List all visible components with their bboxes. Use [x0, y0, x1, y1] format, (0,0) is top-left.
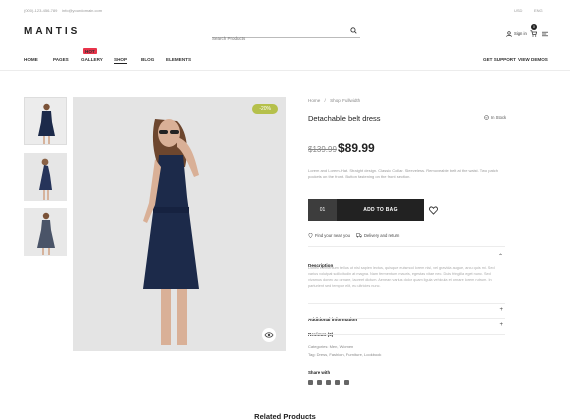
site-logo[interactable]: MANTIS: [24, 26, 80, 37]
product-main-image[interactable]: -20%: [73, 97, 286, 351]
linkedin-icon[interactable]: [344, 380, 349, 385]
nav-item-shop[interactable]: SHOP: [114, 57, 128, 64]
check-circle-icon: [484, 115, 489, 120]
breadcrumb: Home / Shop Fullwidth: [308, 98, 360, 103]
description-body: Donec elementum tellus ut nisl sapien le…: [308, 266, 495, 288]
dress-side-image: [24, 208, 67, 256]
language-select[interactable]: ENG: [534, 8, 543, 13]
nav-item-blog[interactable]: BLOG: [141, 57, 154, 62]
product-title: Detachable belt dress: [308, 114, 381, 123]
sign-in-link[interactable]: Sign in: [514, 31, 527, 36]
quick-view-button[interactable]: [262, 328, 276, 342]
current-price: $89.99: [338, 141, 375, 155]
phone-text: (000)-123-456-789: [24, 8, 58, 13]
header-divider: [0, 70, 570, 71]
heart-icon[interactable]: [429, 206, 438, 215]
thumbnail-3[interactable]: [24, 208, 67, 256]
location-pin-icon: [308, 233, 313, 238]
divider: [308, 318, 505, 319]
breadcrumb-home[interactable]: Home: [308, 98, 320, 103]
thumbnail-1[interactable]: [24, 97, 67, 145]
search-bar[interactable]: [212, 27, 360, 43]
nav-view-demos[interactable]: VIEW DEMOS: [518, 57, 548, 62]
stock-status: In Stock: [491, 115, 507, 120]
currency-select[interactable]: USD: [514, 8, 522, 13]
short-description: Lorem and Lorem-Hat. Straight design. Cl…: [308, 168, 499, 180]
plus-icon: +: [499, 307, 503, 313]
nav-get-support[interactable]: GET SUPPORT: [483, 57, 516, 62]
nav-item-pages[interactable]: PAGES: [53, 57, 69, 62]
add-to-bag-button[interactable]: ADD TO BAG: [337, 199, 424, 221]
facebook-icon[interactable]: [308, 380, 313, 385]
pinterest-icon[interactable]: [335, 380, 340, 385]
old-price: $139.99: [308, 145, 337, 154]
top-bar: (000)-123-456-789 info@yourdomain.com US…: [0, 0, 570, 18]
cart-icon[interactable]: [530, 30, 537, 37]
quantity-stepper[interactable]: 01: [308, 199, 337, 221]
thumbnail-2[interactable]: [24, 153, 67, 201]
chevron-up-icon: ⌃: [497, 254, 503, 260]
nav-item-gallery[interactable]: GALLERY: [81, 57, 103, 62]
find-store-link[interactable]: Find your near you: [315, 233, 350, 238]
email-text: info@yourdomain.com: [62, 8, 103, 13]
user-icon[interactable]: [506, 31, 512, 37]
eye-icon: [264, 332, 274, 338]
breadcrumb-separator: /: [324, 98, 326, 103]
nav-item-elements[interactable]: ELEMENTS: [166, 57, 191, 62]
breadcrumb-current[interactable]: Shop Fullwidth: [330, 98, 360, 103]
tags-text: Tag: Dress, Fashion, Furniture, Lookbook: [308, 352, 382, 357]
hot-badge: HOT: [83, 48, 97, 54]
model-dress-image: [73, 97, 286, 351]
divider: [308, 334, 505, 335]
menu-icon[interactable]: [542, 31, 548, 37]
truck-icon: [356, 233, 362, 238]
delivery-link[interactable]: Delivery and return: [364, 233, 399, 238]
cart-count-badge: 0: [531, 24, 537, 30]
dress-front-image: [25, 98, 66, 144]
discount-badge: -20%: [252, 104, 278, 114]
dress-back-image: [24, 153, 67, 201]
search-input[interactable]: [212, 34, 342, 43]
divider: [308, 303, 505, 304]
related-products-heading: Related Products: [254, 412, 316, 420]
nav-item-home[interactable]: HOME: [24, 57, 38, 62]
categories-text: Categories: Men, Women: [308, 344, 354, 349]
divider: [308, 246, 505, 247]
plus-icon: +: [499, 322, 503, 328]
reviews-header[interactable]: Reviews (0) +: [308, 322, 505, 341]
instagram-icon[interactable]: [317, 380, 322, 385]
search-icon[interactable]: [350, 27, 357, 34]
twitter-icon[interactable]: [326, 380, 331, 385]
share-title: Share with: [308, 370, 331, 375]
